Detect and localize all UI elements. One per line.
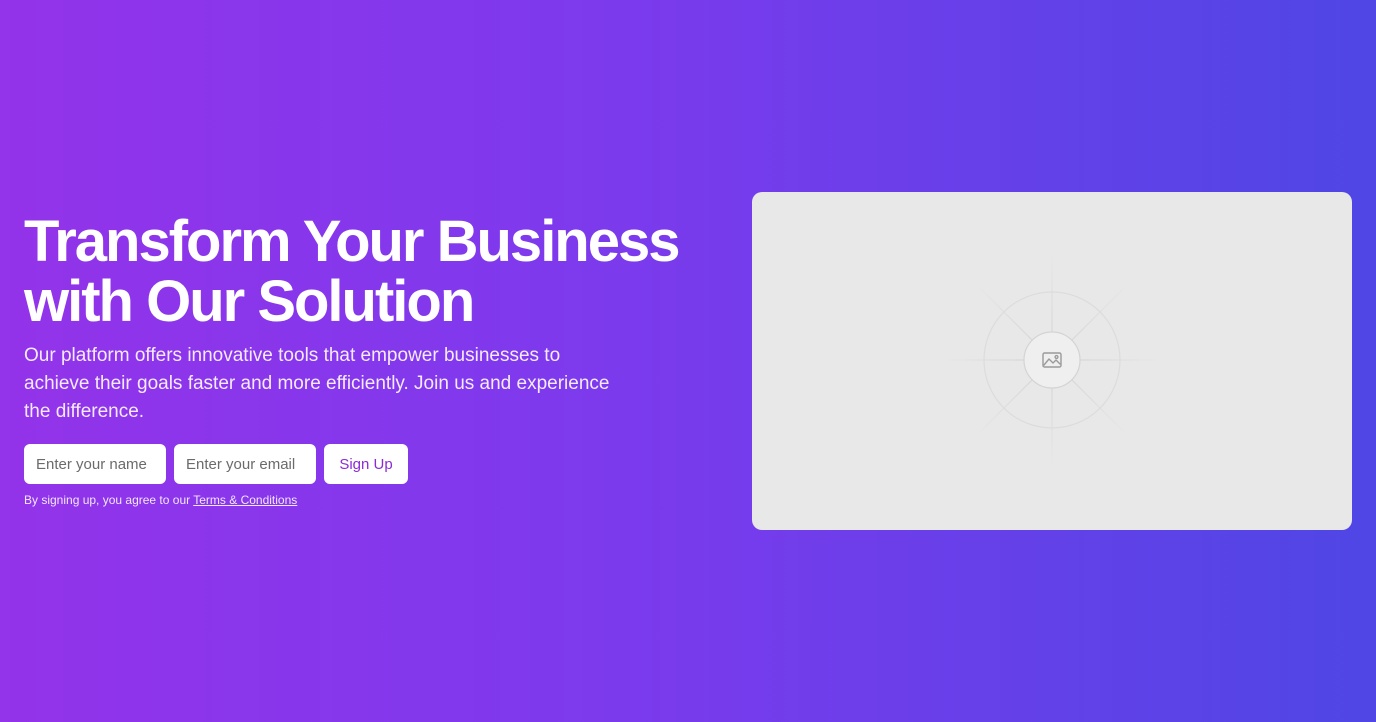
legal-prefix: By signing up, you agree to our [24,493,194,507]
email-input[interactable] [174,444,316,484]
hero-image-placeholder [752,192,1352,530]
legal-notice: By signing up, you agree to our Terms & … [24,493,724,507]
hero-headline: Transform Your Business with Our Solutio… [24,212,724,332]
hero-subtext: Our platform offers innovative tools tha… [24,345,610,422]
headline-line-1: Transform Your Business [24,209,681,274]
hero-section: Transform Your Business with Our Solutio… [24,212,724,507]
headline-line-2: with Our Solution [24,269,475,334]
placeholder-graphic [942,250,1162,470]
sign-up-button[interactable]: Sign Up [324,444,408,484]
signup-form: Sign Up [24,444,724,484]
terms-link[interactable]: Terms & Conditions [193,493,297,507]
inner-ring [1023,331,1081,389]
name-input[interactable] [24,444,166,484]
